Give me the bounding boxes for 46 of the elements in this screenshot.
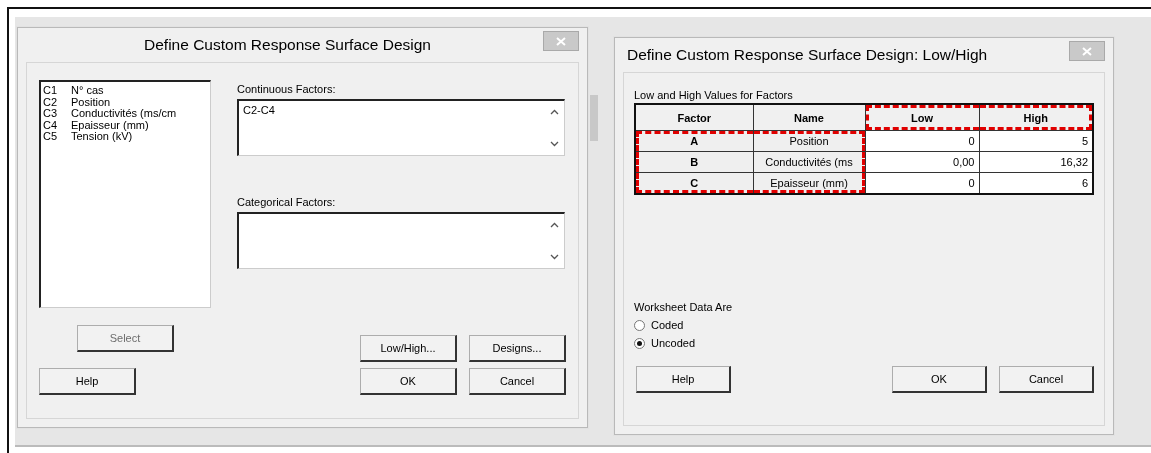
radio-button[interactable] <box>634 319 645 331</box>
designs-button[interactable]: Designs... <box>469 335 566 362</box>
scroll-up-icon[interactable] <box>549 109 559 115</box>
window-title: Define Custom Response Surface Design <box>144 36 431 54</box>
variable-name: Tension (kV) <box>71 131 134 143</box>
cancel-button[interactable]: Cancel <box>999 366 1094 393</box>
variable-list[interactable]: C1 N° cas C2 Position C3 Conductivités (ms/cm C4 Epaisseur (mm) C5 Tension (kV) <box>39 80 211 308</box>
radio-label: Coded <box>651 319 684 331</box>
close-icon <box>1082 46 1092 56</box>
scroll-down-icon[interactable] <box>549 141 559 147</box>
continuous-factors-field[interactable]: C2-C4 <box>237 99 565 156</box>
factor-cell: C <box>635 172 753 194</box>
help-button[interactable]: Help <box>636 366 731 393</box>
name-header: Name <box>753 104 865 131</box>
scroll-up-icon[interactable] <box>549 222 559 228</box>
variable-name: Position <box>71 96 112 108</box>
factor-cell: B <box>635 151 753 173</box>
radio-label: Uncoded <box>651 337 696 349</box>
variable-name: N° cas <box>71 85 105 97</box>
scrollbar-thumb[interactable] <box>590 95 598 141</box>
factor-header: Factor <box>635 104 753 131</box>
window-title: Define Custom Response Surface Design: Low/High <box>627 46 988 64</box>
table-label: Low and High Values for Factors <box>634 89 794 101</box>
cancel-button[interactable]: Cancel <box>469 368 566 395</box>
field-label: Continuous Factors: <box>237 83 337 95</box>
ok-button[interactable]: OK <box>360 368 457 395</box>
high-header: High <box>979 104 1093 131</box>
column-id: C1 <box>43 85 59 97</box>
radio-button[interactable] <box>634 337 645 349</box>
categorical-factors-field[interactable] <box>237 212 565 269</box>
low-header: Low <box>865 104 979 131</box>
field-value: C2-C4 <box>243 104 275 116</box>
help-button[interactable]: Help <box>39 368 136 395</box>
factor-cell: A <box>635 130 753 152</box>
close-icon <box>556 36 566 46</box>
scroll-down-icon[interactable] <box>549 254 559 260</box>
column-id: C4 <box>43 119 59 131</box>
column-id: C3 <box>43 108 59 120</box>
ok-button[interactable]: OK <box>892 366 987 393</box>
variable-name: Epaisseur (mm) <box>71 119 150 131</box>
variable-name: Conductivités (ms/cm <box>71 108 178 120</box>
column-id: C5 <box>43 131 59 143</box>
group-label: Worksheet Data Are <box>634 301 734 313</box>
column-id: C2 <box>43 96 59 108</box>
field-label: Categorical Factors: <box>237 196 337 208</box>
low-high-button[interactable]: Low/High... <box>360 335 457 362</box>
